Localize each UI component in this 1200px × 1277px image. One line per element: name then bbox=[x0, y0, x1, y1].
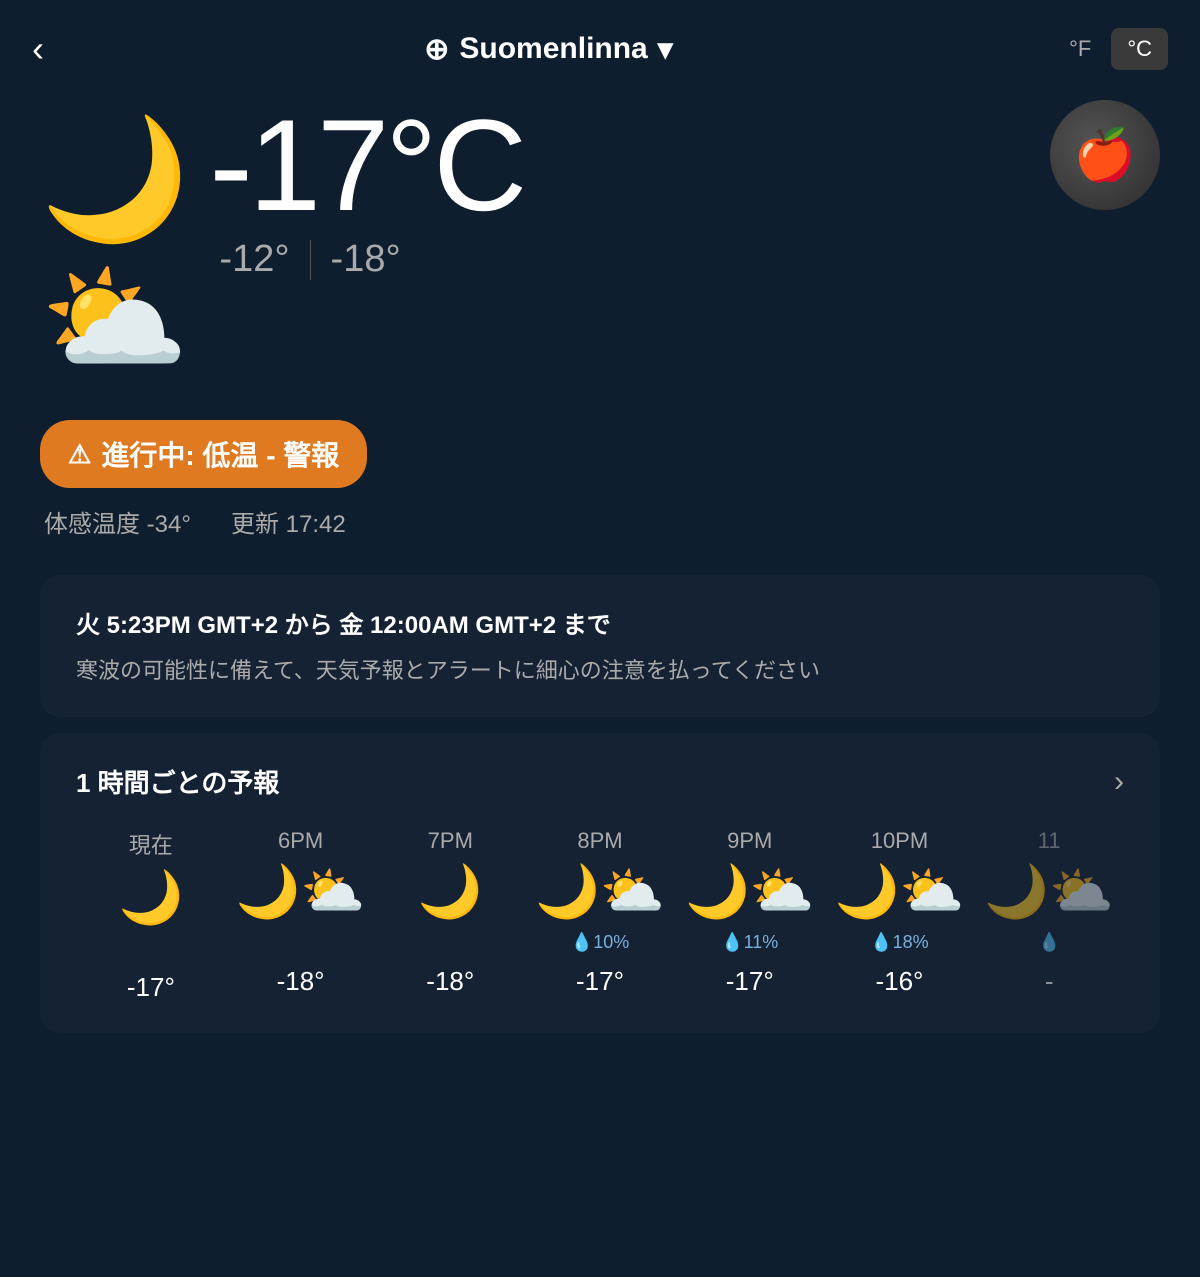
dropdown-icon: ▾ bbox=[658, 32, 673, 67]
hourly-chevron-icon[interactable]: › bbox=[1114, 765, 1124, 799]
avatar: 🍎 bbox=[1050, 100, 1160, 210]
hour-weather-icon: 🌙⛅ bbox=[984, 866, 1114, 918]
hour-precip: 💧 bbox=[1038, 930, 1060, 954]
hour-label: 現在 bbox=[129, 828, 173, 860]
avatar-image: 🍎 bbox=[1074, 126, 1136, 185]
hour-label: 10PM bbox=[871, 828, 928, 854]
location-name: Suomenlinna bbox=[459, 32, 647, 66]
hour-precip: 💧11% bbox=[721, 930, 778, 954]
hour-item: 10PM 🌙⛅ 💧18% -16° bbox=[825, 828, 975, 1003]
hour-temperature: -17° bbox=[127, 972, 175, 1003]
hour-item: 6PM 🌙⛅ -18° bbox=[226, 828, 376, 1003]
alert-card[interactable]: 火 5:23PM GMT+2 から 金 12:00AM GMT+2 まで 寒波の… bbox=[40, 575, 1160, 717]
hour-weather-icon: 🌙 bbox=[418, 866, 483, 918]
hour-weather-icon: 🌙⛅ bbox=[685, 866, 815, 918]
hourly-title: 1 時間ごとの予報 bbox=[76, 763, 279, 800]
hour-precip: 💧10% bbox=[571, 930, 629, 954]
hourly-header: 1 時間ごとの予報 › bbox=[76, 763, 1124, 800]
hour-weather-icon: 🌙⛅ bbox=[236, 866, 366, 918]
temperature-section: -17°C -12° -18° bbox=[209, 100, 1160, 281]
alert-time-range: 火 5:23PM GMT+2 から 金 12:00AM GMT+2 まで bbox=[76, 605, 1124, 640]
hour-item: 現在 🌙 -17° bbox=[76, 828, 226, 1003]
current-weather-icon: 🌙⛅ bbox=[40, 110, 189, 390]
header: ‹ ⊕ Suomenlinna ▾ °F °C bbox=[0, 0, 1200, 90]
hour-temperature: - bbox=[1045, 966, 1054, 997]
hour-temperature: -18° bbox=[426, 966, 474, 997]
hour-weather-icon: 🌙⛅ bbox=[835, 866, 965, 918]
alert-badge[interactable]: ⚠ 進行中: 低温 - 警報 bbox=[40, 420, 367, 488]
low-temp: -18° bbox=[331, 238, 401, 281]
hour-label: 6PM bbox=[278, 828, 323, 854]
unit-switcher: °F °C bbox=[1053, 28, 1168, 70]
warning-icon: ⚠ bbox=[68, 439, 91, 470]
hour-precip: 💧18% bbox=[870, 930, 928, 954]
hourly-forecast-card: 1 時間ごとの予報 › 現在 🌙 -17° 6PM 🌙⛅ -18° 7PM 🌙 -18° 8PM 🌙… bbox=[40, 733, 1160, 1033]
current-temperature: -17°C bbox=[209, 100, 1160, 230]
location-pin-icon: ⊕ bbox=[424, 32, 449, 67]
current-weather-section: 🌙⛅ -17°C -12° -18° 🍎 bbox=[0, 90, 1200, 420]
hour-weather-icon: 🌙 bbox=[118, 872, 183, 924]
hour-item: 7PM 🌙 -18° bbox=[375, 828, 525, 1003]
hour-weather-icon: 🌙⛅ bbox=[535, 866, 665, 918]
location-display[interactable]: ⊕ Suomenlinna ▾ bbox=[424, 32, 673, 67]
hour-temperature: -18° bbox=[277, 966, 325, 997]
alert-section: ⚠ 進行中: 低温 - 警報 体感温度 -34° 更新 17:42 bbox=[0, 420, 1200, 559]
hour-item: 8PM 🌙⛅ 💧10% -17° bbox=[525, 828, 675, 1003]
hour-label: 9PM bbox=[727, 828, 772, 854]
feels-like-label: 体感温度 -34° bbox=[44, 504, 191, 539]
fahrenheit-button[interactable]: °F bbox=[1053, 28, 1107, 70]
alert-badge-text: 進行中: 低温 - 警報 bbox=[101, 434, 339, 474]
hour-label: 8PM bbox=[577, 828, 622, 854]
hour-temperature: -17° bbox=[726, 966, 774, 997]
high-low-temps: -12° -18° bbox=[219, 238, 1160, 281]
updated-label: 更新 17:42 bbox=[231, 504, 346, 539]
hourly-items-row: 現在🌙-17°6PM🌙⛅-18°7PM🌙-18°8PM🌙⛅💧10%-17°9PM… bbox=[76, 828, 1124, 1003]
hour-temperature: -16° bbox=[875, 966, 923, 997]
hour-item: 11 🌙⛅ 💧 - bbox=[974, 828, 1124, 1003]
hour-temperature: -17° bbox=[576, 966, 624, 997]
alert-description: 寒波の可能性に備えて、天気予報とアラートに細心の注意を払ってください bbox=[76, 654, 1124, 687]
temp-divider bbox=[310, 240, 311, 280]
back-button[interactable]: ‹ bbox=[32, 28, 44, 70]
hour-label: 7PM bbox=[428, 828, 473, 854]
celsius-button[interactable]: °C bbox=[1111, 28, 1168, 70]
hour-item: 9PM 🌙⛅ 💧11% -17° bbox=[675, 828, 825, 1003]
feels-like-row: 体感温度 -34° 更新 17:42 bbox=[40, 504, 1160, 539]
hour-label: 11 bbox=[1038, 828, 1061, 854]
high-temp: -12° bbox=[219, 238, 289, 281]
